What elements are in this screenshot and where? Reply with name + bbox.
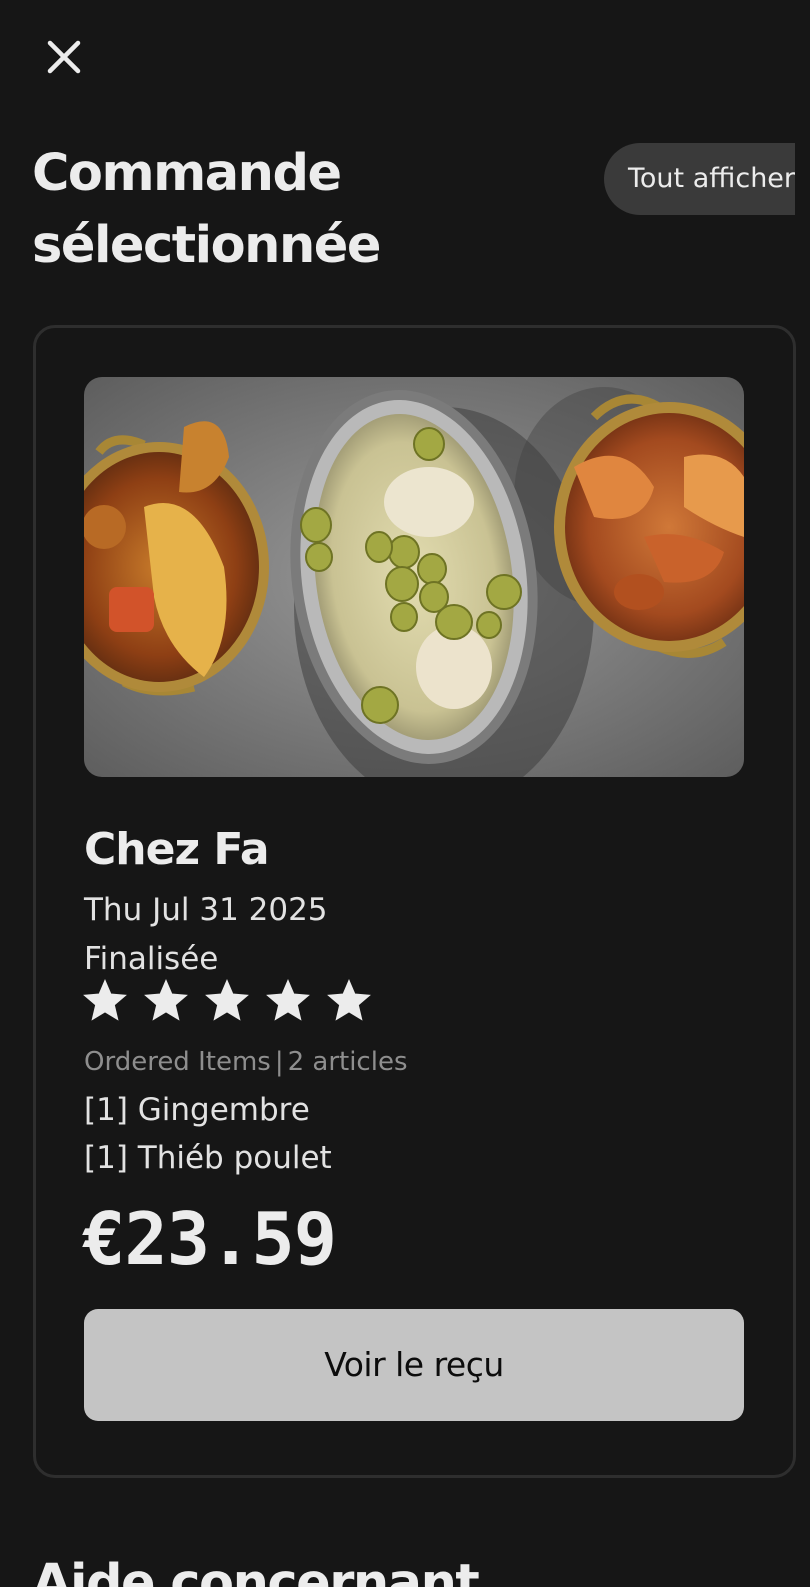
ordered-items-label: Ordered Items: [84, 1047, 271, 1077]
ordered-items-header: Ordered Items | 2 articles: [84, 1044, 408, 1080]
food-photo: [84, 377, 744, 777]
ordered-items-count: 2 articles: [287, 1047, 408, 1077]
star-icon[interactable]: [265, 978, 311, 1024]
ordered-item: [1] Gingembre: [84, 1092, 310, 1128]
close-button[interactable]: [44, 37, 84, 77]
star-icon[interactable]: [326, 978, 372, 1024]
order-detail-screen: Commande sélectionnée Tout afficher Chez…: [0, 0, 810, 1587]
restaurant-name: Chez Fa: [84, 824, 270, 875]
screen-edge: [795, 120, 810, 240]
order-date: Thu Jul 31 2025: [84, 892, 328, 928]
star-icon[interactable]: [204, 978, 250, 1024]
show-all-button[interactable]: Tout afficher: [604, 143, 810, 215]
order-status: Finalisée: [84, 941, 219, 977]
star-icon[interactable]: [143, 978, 189, 1024]
ordered-items-separator: |: [274, 1047, 284, 1077]
ordered-item: [1] Thiéb poulet: [84, 1140, 332, 1176]
star-icon[interactable]: [82, 978, 128, 1024]
rating-stars[interactable]: [82, 978, 372, 1030]
close-icon: [47, 40, 81, 74]
view-receipt-button[interactable]: Voir le reçu: [84, 1309, 744, 1421]
order-total: €23.59: [82, 1197, 337, 1281]
page-title: Commande sélectionnée: [32, 144, 381, 275]
help-section-title: Aide concernant: [32, 1554, 480, 1587]
